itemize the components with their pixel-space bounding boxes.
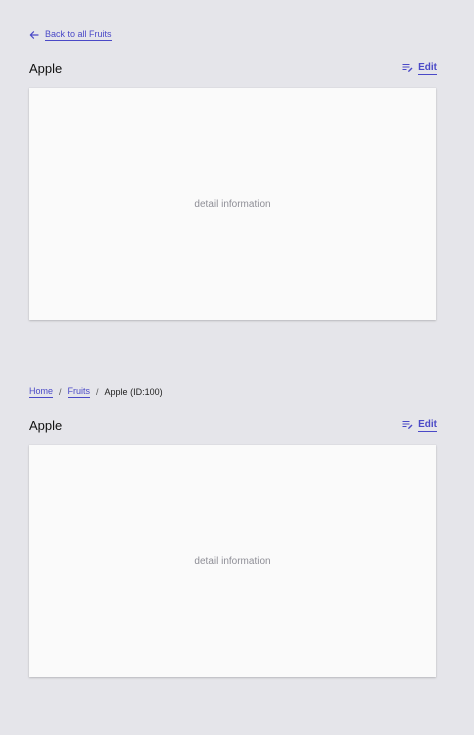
- page-header: Apple Edit: [29, 60, 437, 76]
- edit-button[interactable]: Edit: [402, 419, 437, 432]
- detail-placeholder-text: detail information: [194, 555, 271, 567]
- breadcrumb-separator: /: [96, 387, 99, 397]
- edit-list-icon: [402, 63, 413, 72]
- breadcrumb-fruits[interactable]: Fruits: [67, 386, 91, 398]
- breadcrumb-separator: /: [59, 387, 62, 397]
- breadcrumb-home[interactable]: Home: [29, 386, 54, 398]
- page-header: Apple Edit: [29, 417, 437, 433]
- detail-card: detail information: [29, 88, 436, 320]
- edit-label[interactable]: Edit: [418, 419, 437, 432]
- edit-label[interactable]: Edit: [418, 62, 437, 75]
- edit-list-icon: [402, 420, 413, 429]
- breadcrumb-current: Apple (ID:100): [104, 387, 163, 397]
- detail-view-breadcrumb-variant: Home / Fruits / Apple (ID:100) Apple Edi…: [29, 385, 437, 677]
- arrow-left-icon: [29, 31, 39, 39]
- detail-view-back-link-variant: Back to all Fruits Apple Edit detail inf…: [29, 28, 437, 320]
- detail-placeholder-text: detail information: [194, 198, 271, 210]
- detail-card: detail information: [29, 445, 436, 677]
- back-link-label[interactable]: Back to all Fruits: [45, 29, 112, 41]
- page-title: Apple: [29, 60, 63, 76]
- page-title: Apple: [29, 417, 63, 433]
- breadcrumb: Home / Fruits / Apple (ID:100): [29, 385, 437, 399]
- edit-button[interactable]: Edit: [402, 62, 437, 75]
- back-link[interactable]: Back to all Fruits: [29, 28, 437, 42]
